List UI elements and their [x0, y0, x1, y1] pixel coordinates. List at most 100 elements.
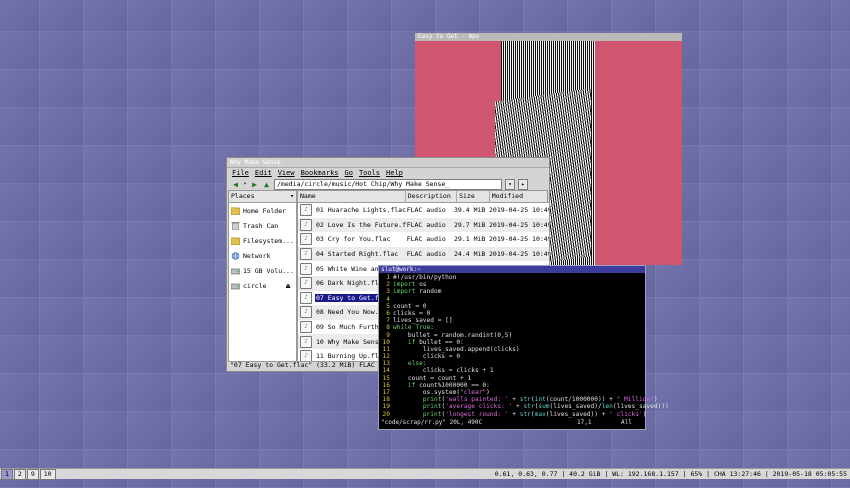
mpv-title: Easy to Get - mpv	[418, 33, 480, 40]
wallpaper-tile	[480, 0, 524, 32]
code-line: 14 clicks = clicks + 1	[381, 367, 645, 374]
forward-arrow-icon[interactable]: ▶	[250, 180, 259, 189]
wallpaper-tile	[84, 260, 128, 298]
file-row[interactable]: ♪ 04 Started Right.flac FLAC audio 24.4 MiB…	[298, 246, 550, 262]
menu-edit[interactable]: Edit	[255, 168, 272, 178]
place-volume[interactable]: 15 GB Volu...	[229, 263, 296, 278]
wallpaper-tile	[436, 0, 480, 32]
wallpaper-tile	[172, 184, 216, 222]
eject-icon[interactable]: ⏏	[286, 282, 290, 290]
column-name[interactable]: Name	[298, 191, 406, 202]
menu-go[interactable]: Go	[345, 168, 353, 178]
wallpaper-tile	[788, 374, 832, 412]
line-number: 1	[386, 274, 390, 281]
code-line: 13 else:	[381, 360, 645, 367]
code-line: 1 #!/usr/bin/python	[381, 274, 645, 281]
status-bar: 1 2 9 10 0.61, 0.63, 0.77 | 40.2 GiB | W…	[0, 468, 850, 480]
column-modified[interactable]: Modified	[490, 191, 547, 202]
place-trash[interactable]: Trash Can	[229, 218, 296, 233]
code-token: +	[508, 396, 520, 404]
place-label: Home Folder	[243, 206, 287, 215]
wallpaper-tile	[40, 184, 84, 222]
file-modified: 2019-04-25 10:49	[489, 250, 550, 259]
wallpaper-tile	[700, 108, 744, 146]
code-token: len	[601, 403, 613, 411]
menu-view[interactable]: View	[278, 168, 295, 178]
wallpaper-tile	[128, 146, 172, 184]
place-home[interactable]: Home Folder	[229, 203, 296, 218]
code-token: count = count + 1	[393, 374, 472, 382]
place-filesystem[interactable]: Filesystem...	[229, 233, 296, 248]
code-line: 15 count = count + 1	[381, 375, 645, 382]
wallpaper-tile	[700, 146, 744, 184]
wallpaper-tile	[700, 412, 744, 450]
code-token: int	[534, 396, 546, 404]
code-token: )	[653, 396, 658, 404]
wallpaper-tile	[260, 412, 304, 450]
terminal-window[interactable]: slut@work:~ 1 #!/usr/bin/python 2 import os…	[378, 265, 669, 430]
code-line: 7 lives_saved = []	[381, 317, 645, 324]
back-dropdown-icon[interactable]: ▾	[243, 180, 247, 189]
audio-file-icon: ♪	[300, 291, 312, 304]
path-history-icon[interactable]: ▾	[505, 178, 515, 190]
code-line: 9 bullet = random.randint(0,5)	[381, 332, 645, 339]
vim-statusline: "code/scrap/rr.py" 20L, 490C 17,1 All	[381, 419, 641, 426]
wallpaper-tile	[40, 70, 84, 108]
wallpaper-tile	[392, 0, 436, 32]
menu-file[interactable]: File	[232, 168, 249, 178]
file-size: 29.7 MiB	[454, 220, 486, 229]
wallpaper-tile	[128, 260, 172, 298]
code-line: 6 clicks = 0	[381, 310, 645, 317]
wallpaper-tile	[304, 70, 348, 108]
file-manager-titlebar[interactable]: Why Make Sense_	[227, 158, 549, 168]
wallpaper-tile	[700, 70, 744, 108]
terminal-titlebar[interactable]: slut@work:~	[379, 266, 645, 273]
code-token: " Million"	[616, 396, 654, 404]
back-arrow-icon[interactable]: ◀	[231, 180, 240, 189]
menu-bookmarks[interactable]: Bookmarks	[301, 168, 339, 178]
place-network[interactable]: Network	[229, 248, 296, 263]
code-token: random	[415, 288, 442, 296]
menu-help[interactable]: Help	[386, 168, 403, 178]
audio-file-icon: ♪	[300, 277, 312, 290]
wallpaper-tile	[40, 374, 84, 412]
code-line: 4	[381, 296, 645, 303]
line-number: 15	[382, 374, 390, 382]
code-editor[interactable]: 1 #!/usr/bin/python 2 import os 3 import rand…	[379, 273, 669, 418]
wallpaper-tile	[40, 222, 84, 260]
menu-tools[interactable]: Tools	[359, 168, 380, 178]
path-input[interactable]: /media/circle/music/Hot Chip/Why Make Se…	[274, 178, 502, 190]
file-row[interactable]: ♪ 01 Huarache Lights.flac FLAC audio 39.4 M…	[298, 203, 549, 218]
wallpaper-tile	[744, 412, 788, 450]
mpv-titlebar[interactable]: Easy to Get - mpv	[415, 33, 682, 41]
up-arrow-icon[interactable]: ▲	[262, 180, 271, 189]
wallpaper-tile	[40, 412, 84, 450]
column-size[interactable]: Size	[457, 191, 490, 202]
file-row[interactable]: ♪ 03 Cry for You.flac FLAC audio 29.1 MiB 20…	[298, 232, 549, 247]
code-token: max	[534, 410, 546, 418]
code-token: os.system(	[393, 389, 461, 396]
wallpaper-tile	[700, 184, 744, 222]
wallpaper-tile	[700, 374, 744, 412]
wallpaper-tile	[700, 260, 744, 298]
places-menu-icon[interactable]: ▾	[290, 191, 296, 202]
file-row[interactable]: ♪ 02 Love Is the Future.flacFLAC audio 29.…	[298, 217, 549, 233]
wallpaper-tile	[84, 70, 128, 108]
code-token: str	[523, 403, 535, 411]
wallpaper-tile	[172, 374, 216, 412]
code-line: 17 os.system("clear")	[381, 389, 645, 396]
line-number: 7	[386, 317, 390, 325]
file-description: FLAC audio	[406, 250, 446, 259]
wallpaper-tile	[128, 108, 172, 146]
column-description[interactable]: Description	[406, 191, 458, 202]
wallpaper-tile	[744, 146, 788, 184]
wallpaper-tile	[612, 0, 656, 32]
wallpaper-tile	[84, 412, 128, 450]
code-line: 18 print('walls painted: ' + str(int(cou…	[381, 396, 658, 404]
terminal-title: slut@work:~	[381, 266, 421, 273]
go-icon[interactable]: ▸	[518, 178, 528, 190]
place-circle[interactable]: circle ⏏	[229, 278, 296, 293]
trash-can-icon	[231, 221, 240, 230]
status-text: "07 Easy to Get.flac" (33.2 MiB) FLAC au…	[230, 361, 399, 369]
line-number: 8	[386, 324, 390, 332]
